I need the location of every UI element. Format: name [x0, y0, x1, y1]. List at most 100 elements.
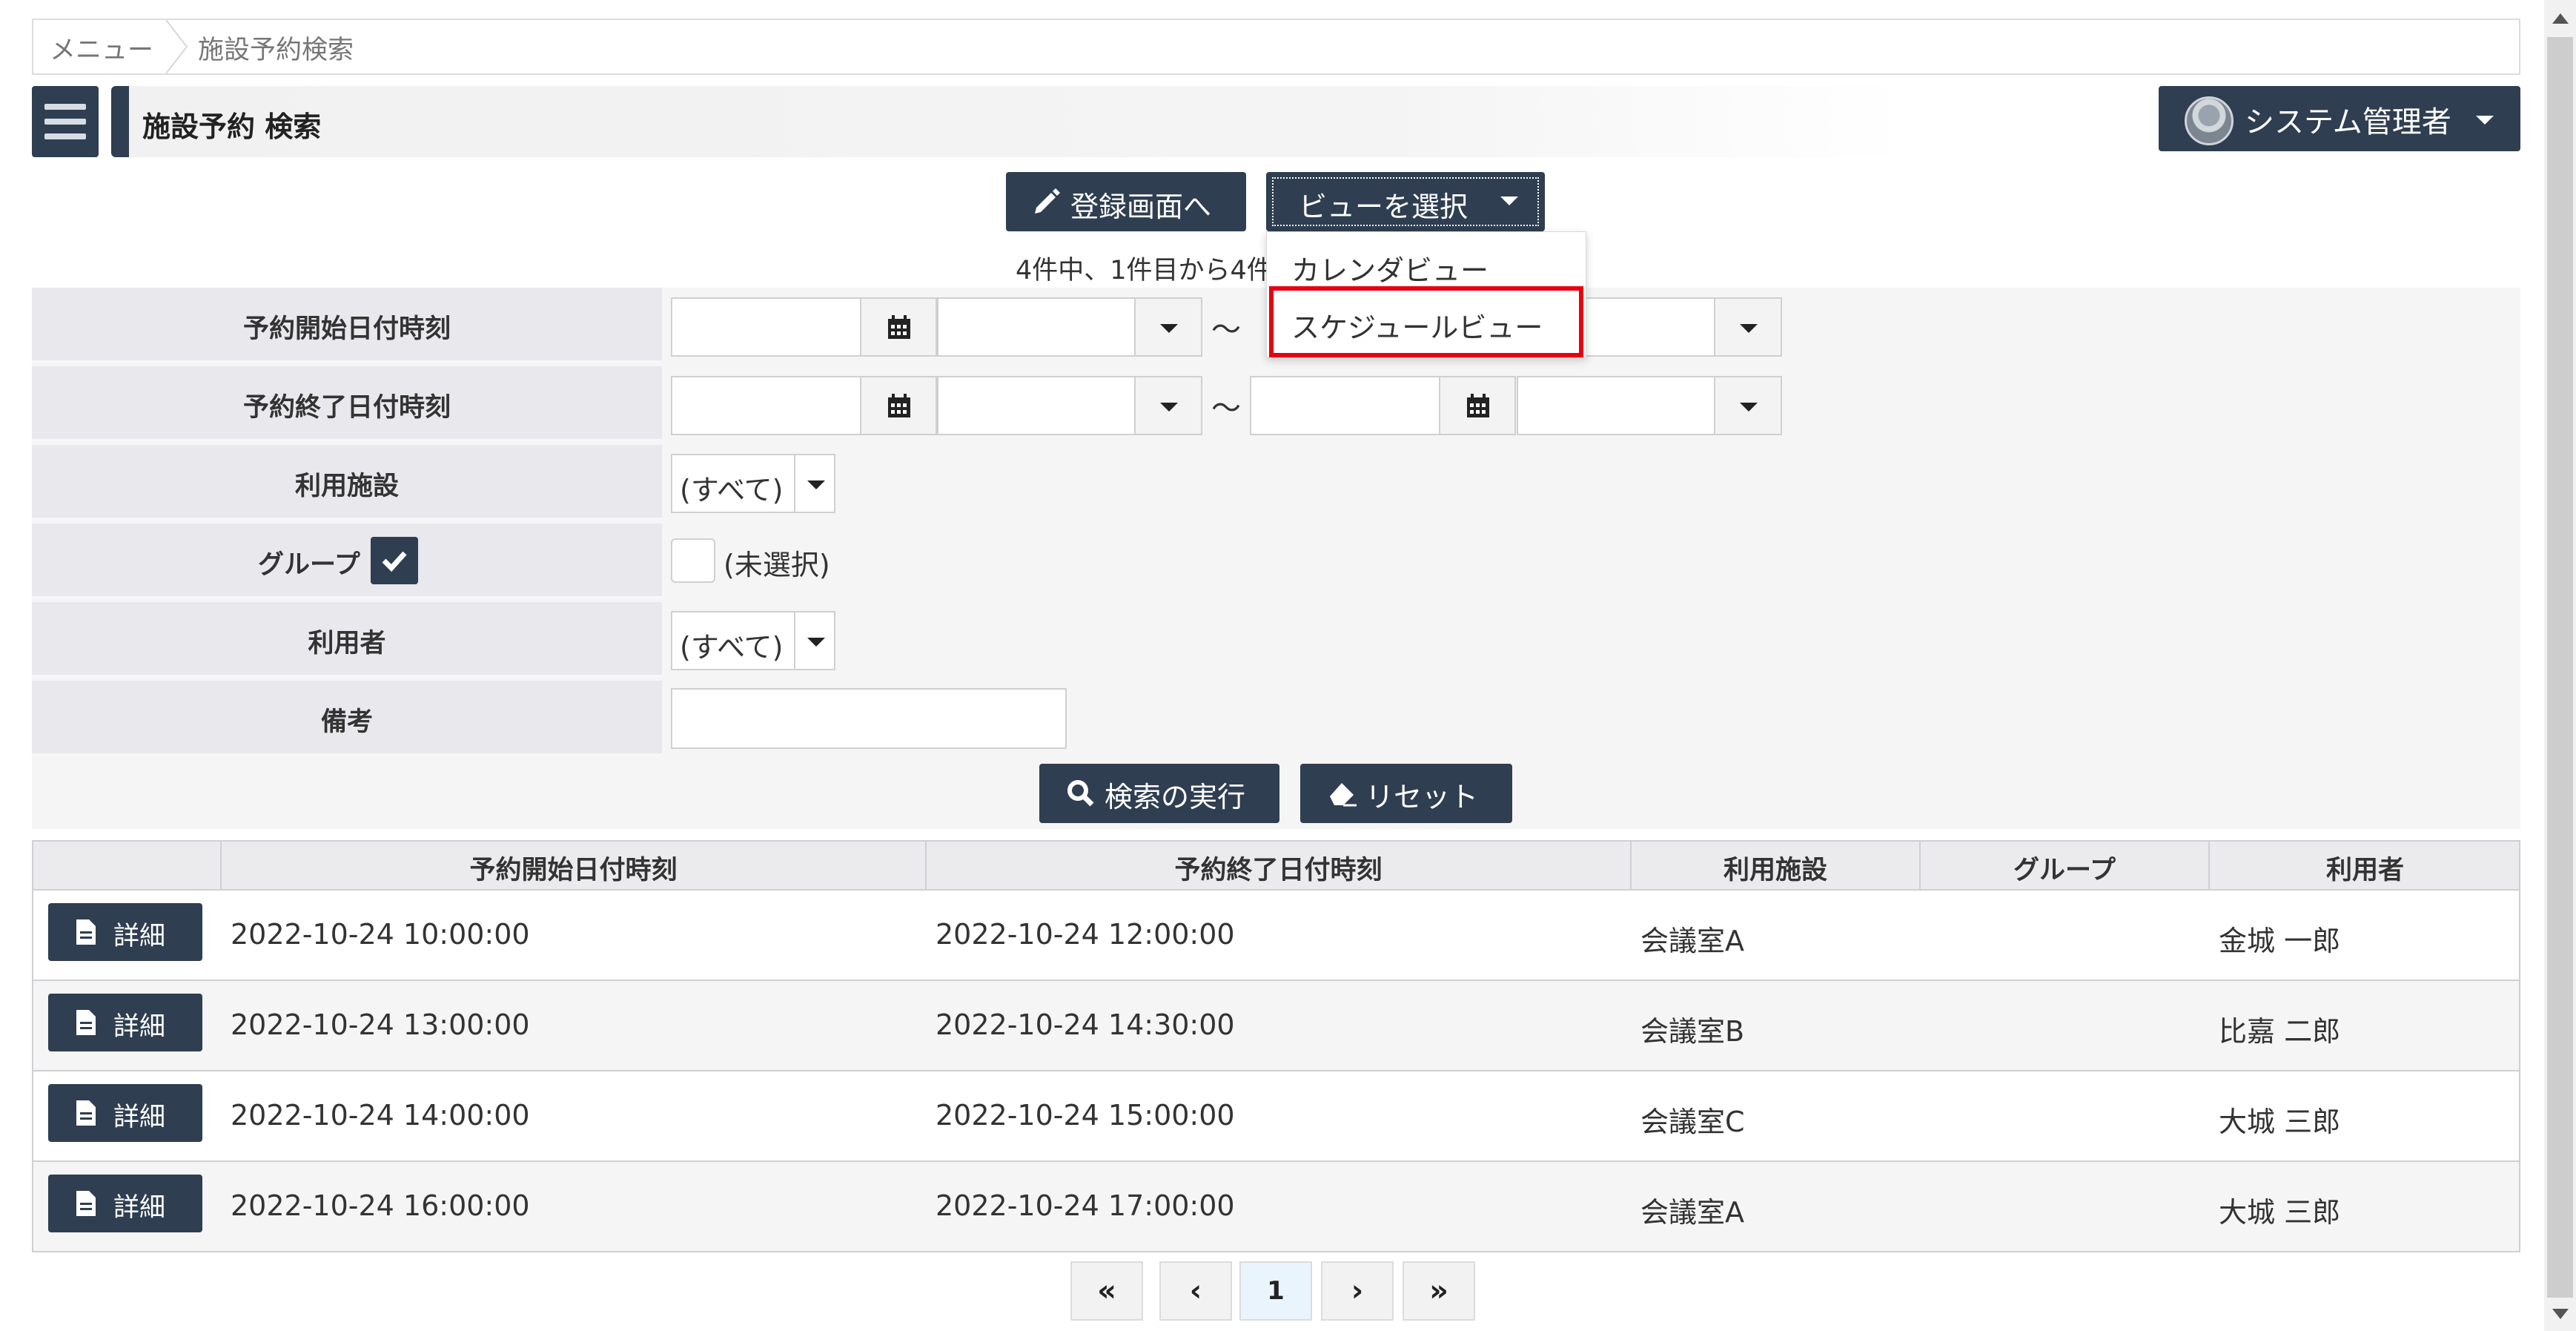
detail-button-label: 詳細 — [113, 1193, 166, 1223]
cell-facility: 会議室C — [1640, 1106, 1745, 1138]
pagination-next[interactable]: › — [1321, 1261, 1394, 1321]
check-icon — [382, 551, 407, 572]
scrollbar-thumb[interactable] — [2547, 37, 2573, 1298]
calendar-button[interactable] — [860, 376, 937, 435]
search-button[interactable]: 検索の実行 — [1039, 764, 1279, 823]
cell-start: 2022-10-24 13:00:00 — [231, 1008, 530, 1041]
avatar — [2185, 96, 2234, 145]
chevron-down-icon — [2476, 116, 2494, 125]
pagination-first[interactable]: « — [1070, 1261, 1143, 1321]
cell-start: 2022-10-24 14:00:00 — [231, 1099, 530, 1132]
group-label: グループ — [258, 550, 360, 580]
dropdown-item-calendar-view[interactable]: カレンダビュー — [1291, 248, 1489, 288]
facility-select[interactable]: (すべて) — [671, 454, 835, 513]
start-datetime-label: 予約開始日付時刻 — [242, 314, 451, 344]
detail-button-label: 詳細 — [113, 1103, 166, 1132]
search-icon — [1067, 780, 1094, 807]
group-checkbox[interactable] — [671, 538, 715, 583]
detail-button[interactable]: 詳細 — [48, 1084, 202, 1142]
end-datetime-label: 予約終了日付時刻 — [242, 393, 451, 423]
start-time-from-dropdown[interactable] — [1134, 297, 1202, 357]
facility-label: 利用施設 — [294, 472, 399, 501]
range-tilde: ～ — [1211, 313, 1241, 347]
breadcrumb-menu-link[interactable]: メニュー — [50, 29, 153, 67]
scroll-down-icon[interactable] — [2552, 1309, 2569, 1319]
reset-button-label: リセット — [1365, 781, 1479, 813]
start-time-from-select[interactable] — [937, 297, 1136, 357]
result-count: 4件中、1件目から4件 — [1016, 256, 1268, 285]
note-input[interactable] — [671, 688, 1067, 749]
calendar-icon — [1467, 394, 1489, 417]
view-select-label: ビューを選択 — [1299, 191, 1469, 223]
detail-button[interactable]: 詳細 — [48, 994, 202, 1051]
end-time-to-dropdown[interactable] — [1714, 376, 1782, 435]
cell-end: 2022-10-24 15:00:00 — [936, 1099, 1235, 1132]
user-name: システム管理者 — [2245, 105, 2451, 139]
scroll-up-icon[interactable] — [2552, 13, 2569, 24]
cell-facility: 会議室B — [1640, 1015, 1745, 1048]
detail-button-label: 詳細 — [113, 922, 166, 951]
detail-button[interactable]: 詳細 — [48, 1175, 202, 1232]
hamburger-icon — [44, 104, 86, 110]
start-date-from-input[interactable] — [671, 297, 861, 357]
cell-user: 比嘉 二郎 — [2219, 1015, 2341, 1048]
column-header-start[interactable]: 予約開始日付時刻 — [222, 849, 925, 887]
end-date-from-input[interactable] — [671, 376, 861, 435]
calendar-icon — [888, 315, 910, 339]
end-date-to-input[interactable] — [1250, 376, 1440, 435]
calendar-button[interactable] — [860, 297, 937, 357]
chevron-down-icon — [807, 480, 825, 489]
pencil-icon — [1035, 188, 1060, 214]
user-label: 利用者 — [308, 629, 386, 658]
chevron-down-icon — [1740, 324, 1758, 333]
end-time-to-select[interactable] — [1517, 376, 1715, 435]
eraser-icon — [1330, 783, 1357, 807]
page-title-bar — [111, 86, 1909, 157]
highlight-box — [1269, 286, 1583, 357]
cell-facility: 会議室A — [1640, 925, 1744, 957]
file-icon — [76, 919, 96, 945]
calendar-button[interactable] — [1439, 376, 1516, 435]
chevron-down-icon — [1740, 403, 1758, 412]
detail-button[interactable]: 詳細 — [48, 903, 202, 961]
chevron-down-icon — [1160, 403, 1178, 412]
end-time-from-select[interactable] — [937, 376, 1136, 435]
cell-user: 大城 三郎 — [2219, 1106, 2341, 1138]
chevron-down-icon — [1160, 324, 1178, 333]
user-select[interactable]: (すべて) — [671, 611, 835, 670]
group-toggle-checkbox[interactable] — [371, 537, 418, 584]
end-time-from-dropdown[interactable] — [1134, 376, 1202, 435]
chevron-down-icon — [807, 638, 825, 647]
cell-end: 2022-10-24 17:00:00 — [936, 1189, 1235, 1222]
column-header-end[interactable]: 予約終了日付時刻 — [927, 849, 1630, 887]
start-time-to-dropdown[interactable] — [1714, 297, 1782, 357]
file-icon — [76, 1010, 96, 1035]
register-button-label: 登録画面へ — [1070, 191, 1212, 223]
column-header-group[interactable]: グループ — [1921, 849, 2208, 887]
cell-facility: 会議室A — [1640, 1196, 1744, 1229]
group-value: (未選択) — [724, 549, 830, 581]
cell-user: 大城 三郎 — [2219, 1196, 2341, 1229]
pagination-last[interactable]: » — [1403, 1261, 1475, 1321]
cell-end: 2022-10-24 12:00:00 — [936, 918, 1235, 951]
facility-select-value: (すべて) — [680, 474, 784, 506]
file-icon — [76, 1191, 96, 1216]
page-title: 施設予約 検索 — [142, 110, 322, 143]
note-label: 備考 — [320, 707, 373, 737]
calendar-icon — [888, 394, 910, 417]
file-icon — [76, 1100, 96, 1126]
cell-user: 金城 一郎 — [2219, 925, 2341, 957]
breadcrumb-separator-icon — [165, 20, 188, 73]
start-time-to-select[interactable] — [1583, 297, 1717, 357]
hamburger-menu-button[interactable] — [32, 86, 99, 157]
pagination-current[interactable]: 1 — [1239, 1261, 1312, 1321]
cell-start: 2022-10-24 10:00:00 — [231, 918, 530, 951]
column-header-facility[interactable]: 利用施設 — [1632, 849, 1919, 887]
reset-button[interactable]: リセット — [1300, 764, 1512, 823]
detail-button-label: 詳細 — [113, 1012, 166, 1042]
cell-end: 2022-10-24 14:30:00 — [936, 1008, 1235, 1041]
pagination-prev[interactable]: ‹ — [1159, 1261, 1232, 1321]
column-header-user[interactable]: 利用者 — [2210, 849, 2520, 887]
user-select-value: (すべて) — [680, 631, 784, 664]
chevron-down-icon — [1500, 196, 1518, 205]
